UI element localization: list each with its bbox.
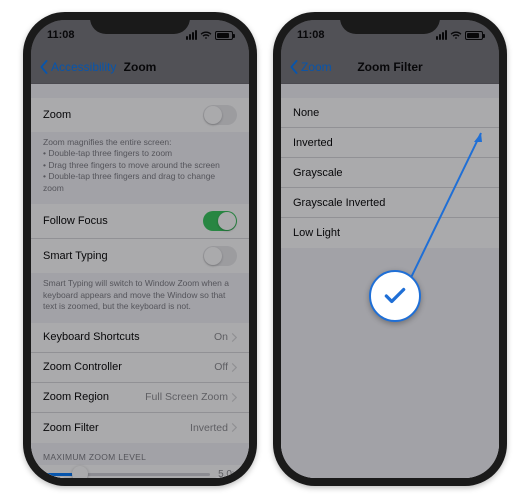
status-bar: 11:08 bbox=[281, 20, 499, 50]
option-grayscale[interactable]: Grayscale bbox=[281, 158, 499, 188]
chevron-right-icon bbox=[231, 363, 237, 372]
back-label: Zoom bbox=[301, 60, 332, 74]
max-zoom-slider[interactable]: 5.0x bbox=[31, 465, 249, 478]
row-label: Follow Focus bbox=[43, 215, 203, 227]
option-label: Inverted bbox=[293, 137, 487, 149]
row-zoom-toggle[interactable]: Zoom bbox=[31, 98, 249, 132]
chevron-left-icon bbox=[39, 60, 49, 74]
row-value: Inverted bbox=[190, 422, 228, 434]
row-label: Zoom Filter bbox=[43, 422, 190, 434]
chevron-right-icon bbox=[231, 333, 237, 342]
option-grayscale-inverted[interactable]: Grayscale Inverted bbox=[281, 188, 499, 218]
option-label: Grayscale Inverted bbox=[293, 197, 487, 209]
nav-bar: Accessibility Zoom bbox=[31, 50, 249, 84]
chevron-right-icon bbox=[231, 393, 237, 402]
smart-typing-footer: Smart Typing will switch to Window Zoom … bbox=[31, 273, 249, 322]
row-value: Off bbox=[214, 361, 228, 373]
row-follow-focus[interactable]: Follow Focus bbox=[31, 204, 249, 239]
battery-icon bbox=[215, 31, 233, 40]
cellular-icon bbox=[186, 30, 197, 40]
row-label: Smart Typing bbox=[43, 250, 203, 262]
row-zoom-controller[interactable]: Zoom Controller Off bbox=[31, 353, 249, 383]
row-smart-typing[interactable]: Smart Typing bbox=[31, 239, 249, 273]
chevron-right-icon bbox=[231, 423, 237, 432]
row-label: Zoom Controller bbox=[43, 361, 214, 373]
option-label: Grayscale bbox=[293, 167, 487, 179]
zoom-footer: Zoom magnifies the entire screen: • Doub… bbox=[31, 132, 249, 204]
wifi-icon bbox=[450, 31, 462, 40]
option-label: Low Light bbox=[293, 227, 487, 239]
switch-smart-typing[interactable] bbox=[203, 246, 237, 266]
status-bar: 11:08 bbox=[31, 20, 249, 50]
back-label: Accessibility bbox=[51, 60, 116, 74]
battery-icon bbox=[465, 31, 483, 40]
back-button[interactable]: Accessibility bbox=[39, 60, 116, 74]
row-label: Keyboard Shortcuts bbox=[43, 331, 214, 343]
status-time: 11:08 bbox=[47, 29, 75, 41]
row-zoom-region[interactable]: Zoom Region Full Screen Zoom bbox=[31, 383, 249, 413]
row-value: Full Screen Zoom bbox=[145, 391, 228, 403]
slider-max-label: 5.0x bbox=[218, 469, 237, 478]
switch-follow-focus[interactable] bbox=[203, 211, 237, 231]
row-keyboard-shortcuts[interactable]: Keyboard Shortcuts On bbox=[31, 323, 249, 353]
nav-bar: Zoom Zoom Filter bbox=[281, 50, 499, 84]
option-label: None bbox=[293, 107, 487, 119]
wifi-icon bbox=[200, 31, 212, 40]
option-low-light[interactable]: Low Light bbox=[281, 218, 499, 248]
option-inverted[interactable]: Inverted bbox=[281, 128, 499, 158]
row-value: On bbox=[214, 331, 228, 343]
phone-left: 11:08 Accessibility Zoom bbox=[23, 12, 257, 486]
switch-zoom[interactable] bbox=[203, 105, 237, 125]
back-button[interactable]: Zoom bbox=[289, 60, 332, 74]
chevron-left-icon bbox=[289, 60, 299, 74]
phone-right: 11:08 Zoom Zoom Filter bbox=[273, 12, 507, 486]
cellular-icon bbox=[436, 30, 447, 40]
row-label: Zoom Region bbox=[43, 391, 145, 403]
status-time: 11:08 bbox=[297, 29, 325, 41]
max-zoom-header: MAXIMUM ZOOM LEVEL bbox=[31, 443, 249, 465]
row-label: Zoom bbox=[43, 109, 203, 121]
slider-thumb[interactable] bbox=[72, 466, 88, 478]
row-zoom-filter[interactable]: Zoom Filter Inverted bbox=[31, 413, 249, 443]
option-none[interactable]: None bbox=[281, 98, 499, 128]
